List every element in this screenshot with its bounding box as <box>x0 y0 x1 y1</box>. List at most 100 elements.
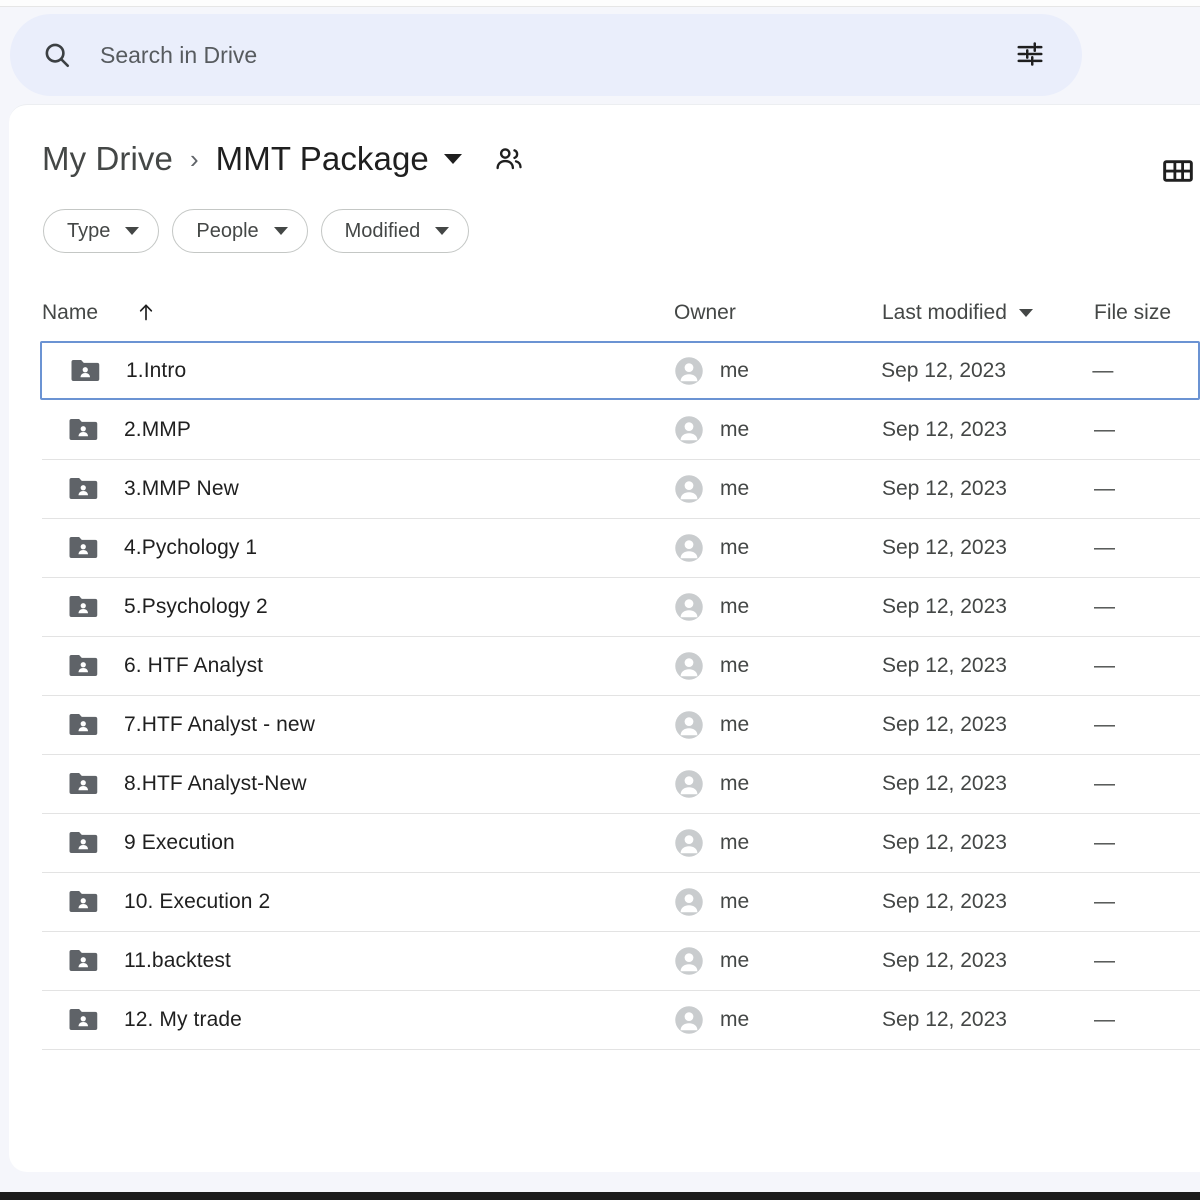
column-header-owner[interactable]: Owner <box>674 301 882 325</box>
file-name-label: 4.Pychology 1 <box>124 536 258 559</box>
last-modified-label: Sep 12, 2023 <box>881 358 1007 382</box>
table-row[interactable]: 4.Pychology 1 me Sep 12, 2023 — <box>42 518 1200 577</box>
table-row[interactable]: 3.MMP New me Sep 12, 2023 — <box>42 459 1200 518</box>
last-modified-label: Sep 12, 2023 <box>882 831 1007 854</box>
table-row[interactable]: 10. Execution 2 me Sep 12, 2023 — <box>42 872 1200 931</box>
tune-icon <box>1015 39 1045 72</box>
last-modified-label: Sep 12, 2023 <box>882 949 1007 972</box>
table-row[interactable]: 1.Intro me Sep 12, 2023 — <box>40 341 1200 400</box>
avatar <box>674 887 704 917</box>
column-header-last-modified[interactable]: Last modified <box>882 301 1094 325</box>
table-cell-owner: me <box>674 769 882 799</box>
content-panel: My Drive › MMT Package Type People Modif… <box>9 104 1200 1172</box>
file-name-label: 9 Execution <box>124 831 235 854</box>
table-cell-name: 2.MMP <box>42 417 674 443</box>
filter-chip-modified[interactable]: Modified <box>320 209 470 253</box>
breadcrumb-item-my-drive[interactable]: My Drive <box>42 140 173 178</box>
avatar <box>674 1005 704 1035</box>
table-cell-file-size: — <box>1094 654 1200 678</box>
last-modified-label: Sep 12, 2023 <box>882 595 1007 618</box>
people-icon[interactable] <box>494 144 524 174</box>
file-table: Name Owner Last modified File size 1.Int… <box>40 285 1200 1050</box>
filter-chip-people[interactable]: People <box>172 209 308 253</box>
table-row[interactable]: 11.backtest me Sep 12, 2023 — <box>42 931 1200 990</box>
file-size-label: — <box>1094 1008 1115 1031</box>
table-header-row: Name Owner Last modified File size <box>42 285 1200 341</box>
table-cell-owner: me <box>674 1005 882 1035</box>
breadcrumb-item-current[interactable]: MMT Package <box>216 140 429 178</box>
table-cell-last-modified: Sep 12, 2023 <box>882 949 1094 973</box>
table-bottom-divider <box>42 1049 1200 1050</box>
table-cell-last-modified: Sep 12, 2023 <box>882 831 1094 855</box>
table-cell-name: 10. Execution 2 <box>42 889 674 915</box>
table-row[interactable]: 5.Psychology 2 me Sep 12, 2023 — <box>42 577 1200 636</box>
file-size-label: — <box>1094 831 1115 854</box>
grid-view-toggle[interactable] <box>1156 149 1200 193</box>
table-cell-file-size: — <box>1094 418 1200 442</box>
column-header-name-label: Name <box>42 301 99 324</box>
table-row[interactable]: 9 Execution me Sep 12, 2023 — <box>42 813 1200 872</box>
table-cell-last-modified: Sep 12, 2023 <box>882 772 1094 796</box>
table-row[interactable]: 7.HTF Analyst - new me Sep 12, 2023 — <box>42 695 1200 754</box>
column-header-last-modified-label: Last modified <box>882 301 1007 324</box>
table-cell-name: 8.HTF Analyst-New <box>42 771 674 797</box>
avatar <box>674 474 704 504</box>
shared-folder-icon <box>68 889 98 915</box>
shared-folder-icon <box>68 1007 98 1033</box>
table-cell-name: 7.HTF Analyst - new <box>42 712 674 738</box>
search-icon <box>42 40 72 70</box>
column-header-owner-label: Owner <box>674 301 736 324</box>
filter-chip-type[interactable]: Type <box>43 209 160 253</box>
table-cell-owner: me <box>674 828 882 858</box>
owner-label: me <box>720 1008 750 1031</box>
file-size-label: — <box>1094 595 1115 618</box>
window-bottom-bar <box>0 1192 1200 1200</box>
file-size-label: — <box>1094 477 1115 500</box>
table-cell-file-size: — <box>1094 713 1200 737</box>
table-cell-file-size: — <box>1094 536 1200 560</box>
window-top-strip <box>0 0 1200 7</box>
table-body: 1.Intro me Sep 12, 2023 — 2.MMP me Sep 1… <box>40 341 1200 1049</box>
shared-folder-icon <box>68 476 98 502</box>
file-name-label: 3.MMP New <box>124 477 239 500</box>
table-cell-owner: me <box>674 651 882 681</box>
table-cell-name: 11.backtest <box>42 948 674 974</box>
column-header-file-size[interactable]: File size <box>1094 301 1200 325</box>
table-cell-file-size: — <box>1094 890 1200 914</box>
breadcrumb-separator-icon: › <box>189 144 199 174</box>
table-cell-name: 5.Psychology 2 <box>42 594 674 620</box>
shared-folder-icon <box>68 771 98 797</box>
avatar <box>674 415 704 445</box>
last-modified-label: Sep 12, 2023 <box>882 654 1007 677</box>
column-header-name[interactable]: Name <box>42 301 674 325</box>
table-cell-last-modified: Sep 12, 2023 <box>881 359 1092 383</box>
file-name-label: 1.Intro <box>126 358 187 382</box>
table-cell-owner: me <box>674 592 882 622</box>
shared-folder-icon <box>68 535 98 561</box>
shared-folder-icon <box>70 358 100 384</box>
owner-label: me <box>720 477 750 500</box>
search-input[interactable] <box>100 41 1000 69</box>
table-row[interactable]: 12. My trade me Sep 12, 2023 — <box>42 990 1200 1049</box>
table-cell-owner: me <box>674 356 881 386</box>
last-modified-label: Sep 12, 2023 <box>882 1008 1007 1031</box>
table-row[interactable]: 2.MMP me Sep 12, 2023 — <box>42 400 1200 459</box>
avatar <box>674 651 704 681</box>
filter-chip-people-label: People <box>196 219 259 242</box>
owner-label: me <box>720 772 750 795</box>
table-cell-name: 6. HTF Analyst <box>42 653 674 679</box>
file-name-label: 5.Psychology 2 <box>124 595 268 618</box>
owner-label: me <box>720 713 750 736</box>
sort-ascending-icon[interactable] <box>136 302 156 324</box>
file-size-label: — <box>1094 890 1115 913</box>
file-size-label: — <box>1094 417 1115 441</box>
table-cell-owner: me <box>674 887 882 917</box>
file-name-label: 2.MMP <box>124 417 192 441</box>
table-cell-name: 3.MMP New <box>42 476 674 502</box>
table-row[interactable]: 6. HTF Analyst me Sep 12, 2023 — <box>42 636 1200 695</box>
table-row[interactable]: 8.HTF Analyst-New me Sep 12, 2023 — <box>42 754 1200 813</box>
search-options-button[interactable] <box>1000 25 1060 85</box>
table-cell-file-size: — <box>1094 831 1200 855</box>
chevron-down-icon[interactable] <box>443 154 462 164</box>
search-bar[interactable] <box>10 14 1082 96</box>
